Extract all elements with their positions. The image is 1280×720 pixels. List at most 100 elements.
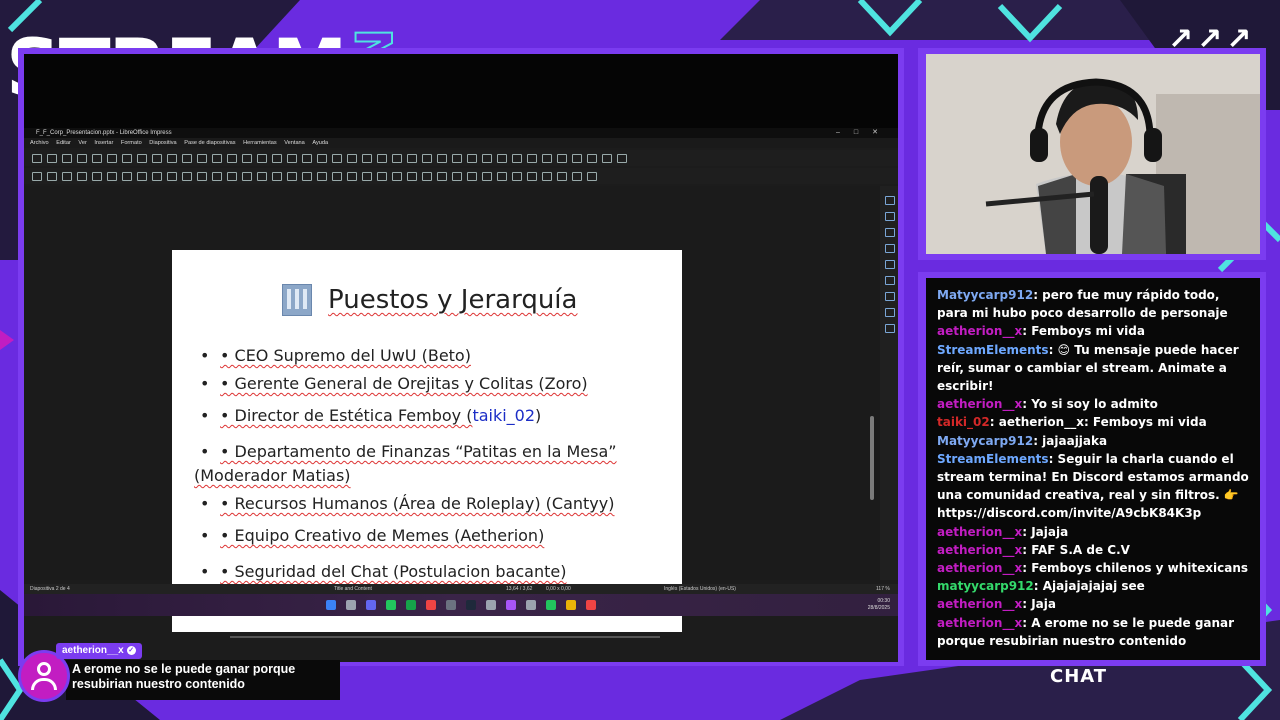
bullet-link[interactable]: taiki_02	[472, 406, 535, 425]
drawing-tool-icon[interactable]	[302, 172, 312, 181]
taskbar-app-icon[interactable]	[506, 600, 516, 610]
taskbar-app-icon[interactable]	[346, 600, 356, 610]
toolbar-button-icon[interactable]	[197, 154, 207, 163]
toolbar-button-icon[interactable]	[257, 154, 267, 163]
toolbar-button-icon[interactable]	[392, 154, 402, 163]
drawing-tool-icon[interactable]	[92, 172, 102, 181]
drawing-tool-icon[interactable]	[197, 172, 207, 181]
toolbar-button-icon[interactable]	[377, 154, 387, 163]
toolbar-button-icon[interactable]	[302, 154, 312, 163]
drawing-tool-icon[interactable]	[77, 172, 87, 181]
drawing-tool-icon[interactable]	[407, 172, 417, 181]
sidebar-button-icon[interactable]	[885, 196, 895, 205]
taskbar-app-icon[interactable]	[406, 600, 416, 610]
toolbar-button-icon[interactable]	[542, 154, 552, 163]
menu-diapositiva[interactable]: Diapositiva	[149, 140, 176, 146]
toolbar-button-icon[interactable]	[77, 154, 87, 163]
menu-insertar[interactable]: Insertar	[94, 140, 113, 146]
drawing-tool-icon[interactable]	[497, 172, 507, 181]
chat-username[interactable]: aetherion__x	[937, 616, 1022, 630]
horizontal-scrollbar[interactable]	[230, 636, 660, 638]
toolbar-button-icon[interactable]	[137, 154, 147, 163]
toolbar-button-icon[interactable]	[107, 154, 117, 163]
sidebar-button-icon[interactable]	[885, 276, 895, 285]
window-controls[interactable]: –□✕	[836, 128, 892, 138]
drawing-tool-icon[interactable]	[47, 172, 57, 181]
taskbar-app-icon[interactable]	[446, 600, 456, 610]
toolbar-button-icon[interactable]	[587, 154, 597, 163]
chat-username[interactable]: aetherion__x	[937, 324, 1022, 338]
slide-canvas[interactable]: Puestos y Jerarquía • • CEO Supremo del U…	[172, 250, 682, 632]
drawing-tool-icon[interactable]	[557, 172, 567, 181]
drawing-tool-icon[interactable]	[437, 172, 447, 181]
vertical-scrollbar[interactable]	[870, 416, 874, 500]
chat-username[interactable]: Matyycarp912	[937, 288, 1033, 302]
drawing-tool-icon[interactable]	[467, 172, 477, 181]
menu-pase[interactable]: Pase de diapositivas	[184, 140, 235, 146]
toolbar-button-icon[interactable]	[212, 154, 222, 163]
toolbar-button-icon[interactable]	[242, 154, 252, 163]
drawing-tool-icon[interactable]	[377, 172, 387, 181]
sidebar-button-icon[interactable]	[885, 260, 895, 269]
drawing-tool-icon[interactable]	[62, 172, 72, 181]
toolbar-button-icon[interactable]	[497, 154, 507, 163]
drawing-tool-icon[interactable]	[152, 172, 162, 181]
chat-username[interactable]: aetherion__x	[937, 561, 1022, 575]
toolbar-button-icon[interactable]	[602, 154, 612, 163]
toolbar-button-icon[interactable]	[557, 154, 567, 163]
drawing-tool-icon[interactable]	[482, 172, 492, 181]
taskbar-app-icon[interactable]	[486, 600, 496, 610]
drawing-tool-icon[interactable]	[317, 172, 327, 181]
taskbar-app-icon[interactable]	[386, 600, 396, 610]
toolbar-button-icon[interactable]	[122, 154, 132, 163]
drawing-tool-icon[interactable]	[272, 172, 282, 181]
taskbar-app-icon[interactable]	[326, 600, 336, 610]
toolbar-button-icon[interactable]	[92, 154, 102, 163]
sidebar-button-icon[interactable]	[885, 308, 895, 317]
toolbar-button-icon[interactable]	[332, 154, 342, 163]
toolbar-button-icon[interactable]	[152, 154, 162, 163]
toolbar-button-icon[interactable]	[62, 154, 72, 163]
toolbar-button-icon[interactable]	[182, 154, 192, 163]
drawing-tool-icon[interactable]	[362, 172, 372, 181]
drawing-tool-icon[interactable]	[32, 172, 42, 181]
drawing-tool-icon[interactable]	[212, 172, 222, 181]
toolbar-button-icon[interactable]	[617, 154, 627, 163]
taskbar-app-icon[interactable]	[546, 600, 556, 610]
chat-username[interactable]: aetherion__x	[937, 397, 1022, 411]
drawing-tool-icon[interactable]	[107, 172, 117, 181]
chat-username[interactable]: aetherion__x	[937, 597, 1022, 611]
drawing-tool-icon[interactable]	[182, 172, 192, 181]
toolbar-button-icon[interactable]	[527, 154, 537, 163]
taskbar-app-icon[interactable]	[566, 600, 576, 610]
toolbar-button-icon[interactable]	[32, 154, 42, 163]
drawing-tool-icon[interactable]	[242, 172, 252, 181]
taskbar-app-icon[interactable]	[526, 600, 536, 610]
chat-username[interactable]: Matyycarp912	[937, 434, 1033, 448]
chat-username[interactable]: aetherion__x	[937, 525, 1022, 539]
toolbar-button-icon[interactable]	[572, 154, 582, 163]
toolbar-button-icon[interactable]	[167, 154, 177, 163]
drawing-tool-icon[interactable]	[452, 172, 462, 181]
menu-editar[interactable]: Editar	[56, 140, 71, 146]
toolbar-button-icon[interactable]	[347, 154, 357, 163]
drawing-tool-icon[interactable]	[167, 172, 177, 181]
toolbar-button-icon[interactable]	[47, 154, 57, 163]
chat-username[interactable]: aetherion__x	[937, 543, 1022, 557]
drawing-tool-icon[interactable]	[527, 172, 537, 181]
drawing-tool-icon[interactable]	[347, 172, 357, 181]
status-zoom[interactable]: 117 %	[876, 584, 890, 594]
menu-ventana[interactable]: Ventana	[284, 140, 305, 146]
taskbar-app-icon[interactable]	[366, 600, 376, 610]
toolbar-button-icon[interactable]	[422, 154, 432, 163]
toolbar-button-icon[interactable]	[362, 154, 372, 163]
drawing-tool-icon[interactable]	[587, 172, 597, 181]
drawing-tool-icon[interactable]	[227, 172, 237, 181]
sidebar-button-icon[interactable]	[885, 324, 895, 333]
chat-username[interactable]: matyycarp912	[937, 579, 1034, 593]
drawing-tool-icon[interactable]	[122, 172, 132, 181]
menu-archivo[interactable]: Archivo	[30, 140, 49, 146]
drawing-tool-icon[interactable]	[542, 172, 552, 181]
toolbar-button-icon[interactable]	[512, 154, 522, 163]
sidebar-button-icon[interactable]	[885, 244, 895, 253]
